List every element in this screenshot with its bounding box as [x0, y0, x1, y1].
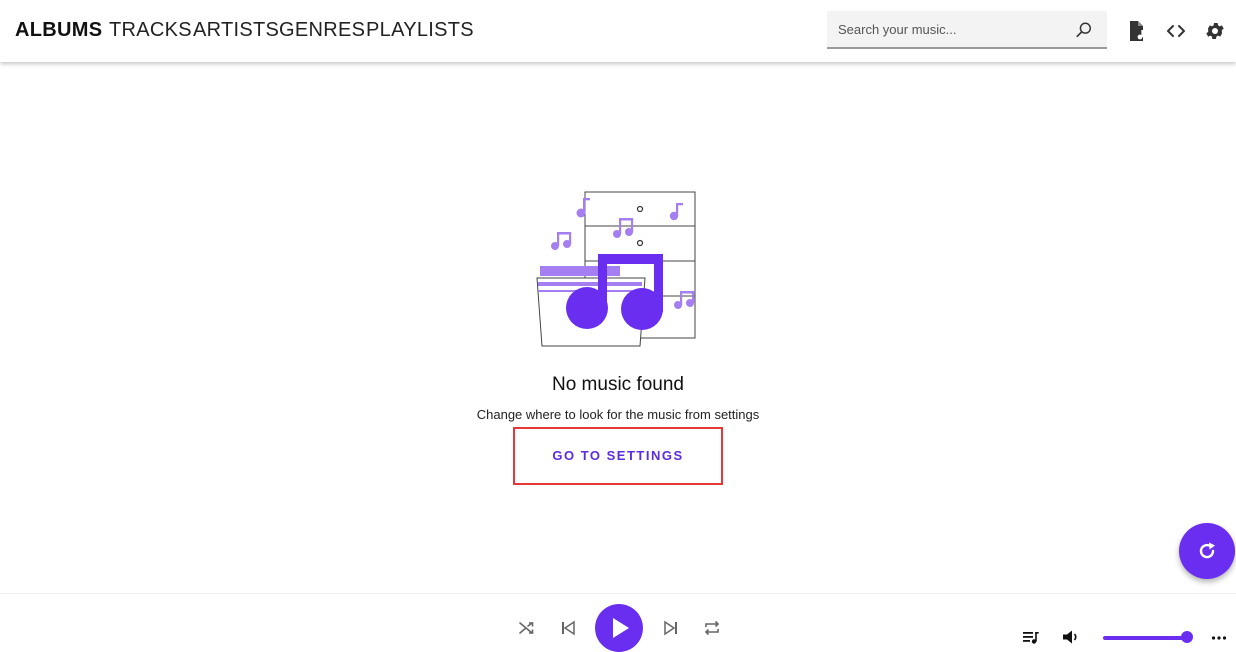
tab-artists[interactable]: ARTISTS	[193, 19, 279, 42]
top-bar: ALBUMS TRACKS ARTISTS GENRES PLAYLISTS	[0, 0, 1236, 62]
search-box	[827, 11, 1107, 49]
player-bar	[0, 593, 1236, 652]
tab-albums[interactable]: ALBUMS	[15, 19, 102, 42]
play-icon	[613, 618, 629, 638]
empty-state-title: No music found	[551, 374, 684, 395]
refresh-button[interactable]	[1179, 523, 1235, 579]
tab-genres[interactable]: GENRES	[279, 19, 365, 42]
code-icon[interactable]	[1165, 20, 1187, 42]
queue-icon[interactable]	[1022, 629, 1040, 645]
search-icon[interactable]	[1075, 21, 1093, 39]
play-button[interactable]	[595, 604, 643, 652]
tab-tracks[interactable]: TRACKS	[109, 19, 192, 42]
tab-playlists[interactable]: PLAYLISTS	[366, 19, 474, 42]
volume-slider[interactable]	[1103, 636, 1187, 640]
go-to-settings-button[interactable]: GO TO SETTINGS	[513, 427, 723, 485]
next-icon[interactable]	[663, 620, 679, 636]
volume-icon[interactable]	[1062, 629, 1080, 645]
previous-icon[interactable]	[560, 620, 576, 636]
repeat-icon[interactable]	[703, 620, 721, 636]
more-icon[interactable]	[1211, 635, 1227, 641]
search-input[interactable]	[827, 11, 1067, 47]
shuffle-icon[interactable]	[518, 620, 536, 636]
volume-slider-thumb[interactable]	[1180, 631, 1193, 643]
refresh-icon	[1199, 542, 1215, 559]
no-music-illustration	[536, 191, 696, 347]
file-music-icon[interactable]	[1126, 20, 1148, 42]
gear-icon[interactable]	[1204, 20, 1226, 42]
empty-state-subtitle: Change where to look for the music from …	[476, 407, 760, 422]
